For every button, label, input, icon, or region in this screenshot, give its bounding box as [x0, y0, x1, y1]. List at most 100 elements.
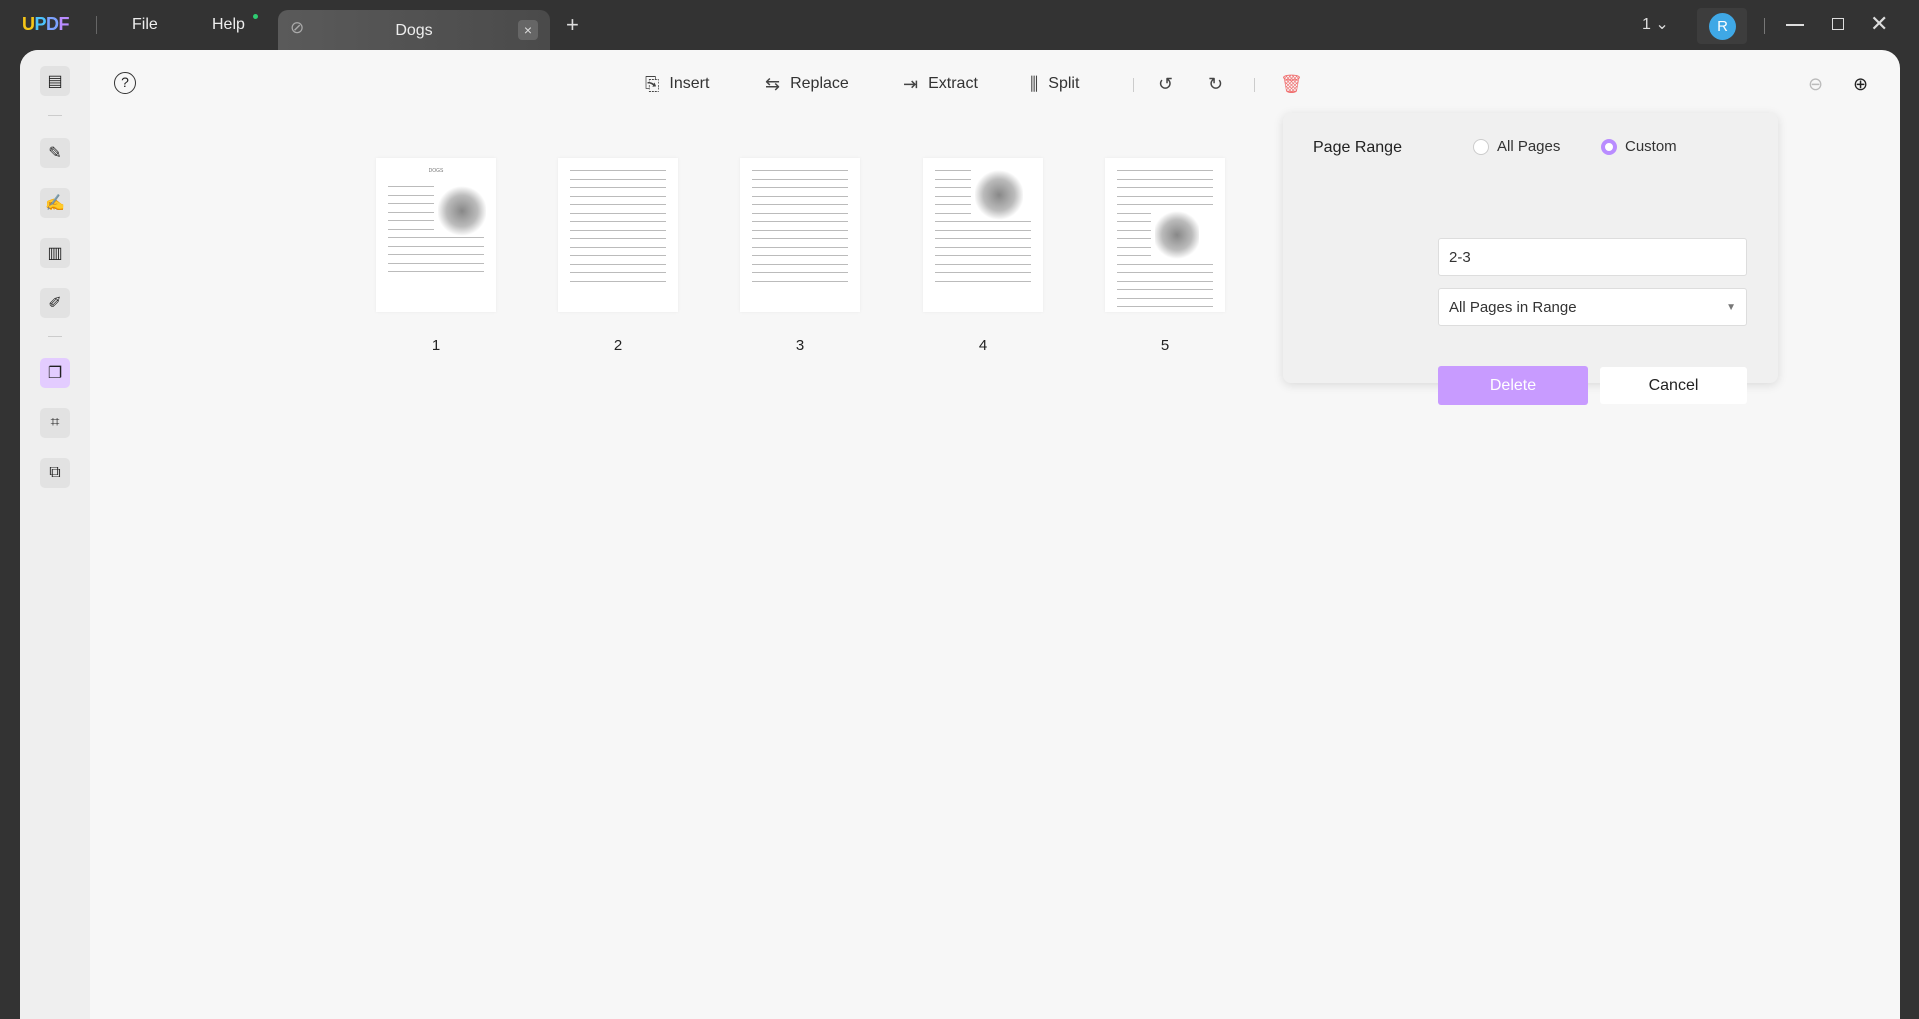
tab-title: Dogs — [395, 22, 433, 39]
zoom-in-button[interactable]: ⊕ — [1853, 72, 1868, 96]
split-button[interactable]: ⫼ Split — [1030, 72, 1079, 96]
close-window-button[interactable]: ✕ — [1870, 11, 1888, 37]
page-count: 1 — [1642, 16, 1651, 33]
organize-pages-icon[interactable]: ❐ — [40, 358, 70, 388]
highlighter-icon[interactable]: ✎ — [40, 138, 70, 168]
replace-button[interactable]: ⇆ Replace — [765, 72, 849, 96]
cancel-button[interactable]: Cancel — [1600, 367, 1747, 404]
extract-icon: ⇥ — [903, 73, 919, 94]
text-line — [388, 245, 484, 247]
new-tab-button[interactable]: + — [566, 12, 579, 38]
text-line — [752, 204, 848, 205]
text-line — [1117, 272, 1213, 273]
page-number: 1 — [431, 337, 441, 354]
text-line — [752, 229, 848, 231]
text-line — [752, 280, 848, 282]
text-line — [1117, 280, 1213, 282]
text-line — [752, 272, 848, 273]
form-icon[interactable]: ▥ — [40, 238, 70, 268]
edit-pdf-icon[interactable]: ✍ — [40, 188, 70, 218]
select-value: All Pages in Range — [1449, 298, 1577, 316]
page-subset-select[interactable]: All Pages in Range ▼ — [1438, 288, 1747, 326]
text-line — [1117, 221, 1151, 222]
text-line — [935, 170, 971, 171]
text-line — [388, 194, 434, 196]
menu-file[interactable]: File — [132, 16, 158, 34]
fill-sign-icon[interactable]: ✐ — [40, 288, 70, 318]
zoom-out-button[interactable]: ⊖ — [1808, 72, 1823, 96]
insert-button[interactable]: ⎘ Insert — [645, 72, 709, 96]
page-number: 2 — [613, 337, 623, 354]
page-thumbnail[interactable] — [558, 158, 678, 312]
text-line — [388, 211, 434, 213]
text-line — [570, 229, 666, 231]
page-thumbnail[interactable]: DOGS — [376, 158, 496, 312]
minimize-button[interactable] — [1786, 24, 1804, 26]
zoom-out-icon: ⊖ — [1808, 73, 1824, 94]
page-number: 4 — [978, 337, 988, 354]
page-thumbnail[interactable] — [1105, 158, 1225, 312]
text-line — [570, 246, 666, 248]
rotate-right-button[interactable]: ↻ — [1208, 72, 1223, 96]
text-line — [935, 187, 971, 188]
radio-circle — [1601, 138, 1617, 155]
page-count-dropdown[interactable]: 1 ⌄ — [1642, 14, 1669, 34]
reader-mode-icon[interactable]: ▤ — [40, 66, 70, 96]
tab-close-button[interactable]: × — [518, 20, 538, 40]
page-thumbnail[interactable] — [923, 158, 1043, 312]
menu-help[interactable]: Help — [212, 16, 245, 34]
page-number: 3 — [795, 337, 805, 354]
text-line — [1117, 178, 1213, 180]
text-line — [388, 271, 484, 272]
text-line — [752, 238, 848, 239]
notification-dot — [253, 14, 258, 19]
document-tab[interactable]: ⊘ Dogs × — [278, 10, 550, 50]
page-range-label: Page Range — [1313, 139, 1402, 156]
main-area: ▤ ✎ ✍ ▥ ✐ ❐ ⌗ ⧉ ? ⎘ Insert ⇆ Replace ⇥ Extr… — [20, 50, 1900, 1019]
text-line — [1117, 212, 1151, 214]
delete-button[interactable]: Delete — [1438, 366, 1588, 405]
text-line — [752, 212, 848, 214]
page-range-input[interactable]: 2-3 — [1438, 238, 1747, 276]
page-thumbnail[interactable] — [740, 158, 860, 312]
text-line — [388, 186, 434, 187]
text-line — [388, 220, 434, 221]
text-line — [388, 203, 434, 204]
text-line — [388, 262, 484, 264]
text-line — [570, 238, 666, 239]
text-line — [1117, 289, 1213, 290]
text-line — [752, 221, 848, 222]
radio-all-pages[interactable]: All Pages — [1473, 138, 1560, 155]
dog-image — [438, 186, 486, 236]
insert-label: Insert — [669, 75, 710, 92]
text-line — [752, 195, 848, 197]
text-line — [570, 195, 666, 197]
crop-icon[interactable]: ⌗ — [40, 408, 70, 438]
maximize-button[interactable] — [1832, 18, 1844, 30]
dog-image — [975, 170, 1023, 220]
text-line — [752, 178, 848, 180]
watermark-icon[interactable]: ⧉ — [40, 458, 70, 488]
replace-label: Replace — [790, 75, 849, 92]
text-line — [570, 178, 666, 180]
text-line — [1117, 263, 1213, 265]
text-line — [1117, 297, 1213, 299]
text-line — [752, 170, 848, 171]
rotate-left-button[interactable]: ↺ — [1158, 72, 1173, 96]
radio-custom[interactable]: Custom — [1601, 138, 1677, 155]
text-line — [935, 238, 1031, 239]
left-sidebar: ▤ ✎ ✍ ▥ ✐ ❐ ⌗ ⧉ — [20, 50, 90, 1019]
help-icon[interactable]: ? — [114, 72, 136, 94]
extract-button[interactable]: ⇥ Extract — [903, 72, 978, 96]
text-line — [1117, 195, 1213, 197]
text-line — [935, 195, 971, 197]
text-line — [752, 255, 848, 256]
account-button[interactable]: R — [1697, 8, 1747, 44]
text-line — [935, 263, 1031, 265]
trash-icon: 🗑 — [1280, 73, 1303, 94]
extract-label: Extract — [928, 75, 978, 92]
dog-image — [1155, 210, 1199, 260]
delete-page-button[interactable]: 🗑 — [1280, 72, 1303, 96]
updf-logo: UPDF — [22, 14, 70, 34]
split-label: Split — [1048, 75, 1080, 92]
